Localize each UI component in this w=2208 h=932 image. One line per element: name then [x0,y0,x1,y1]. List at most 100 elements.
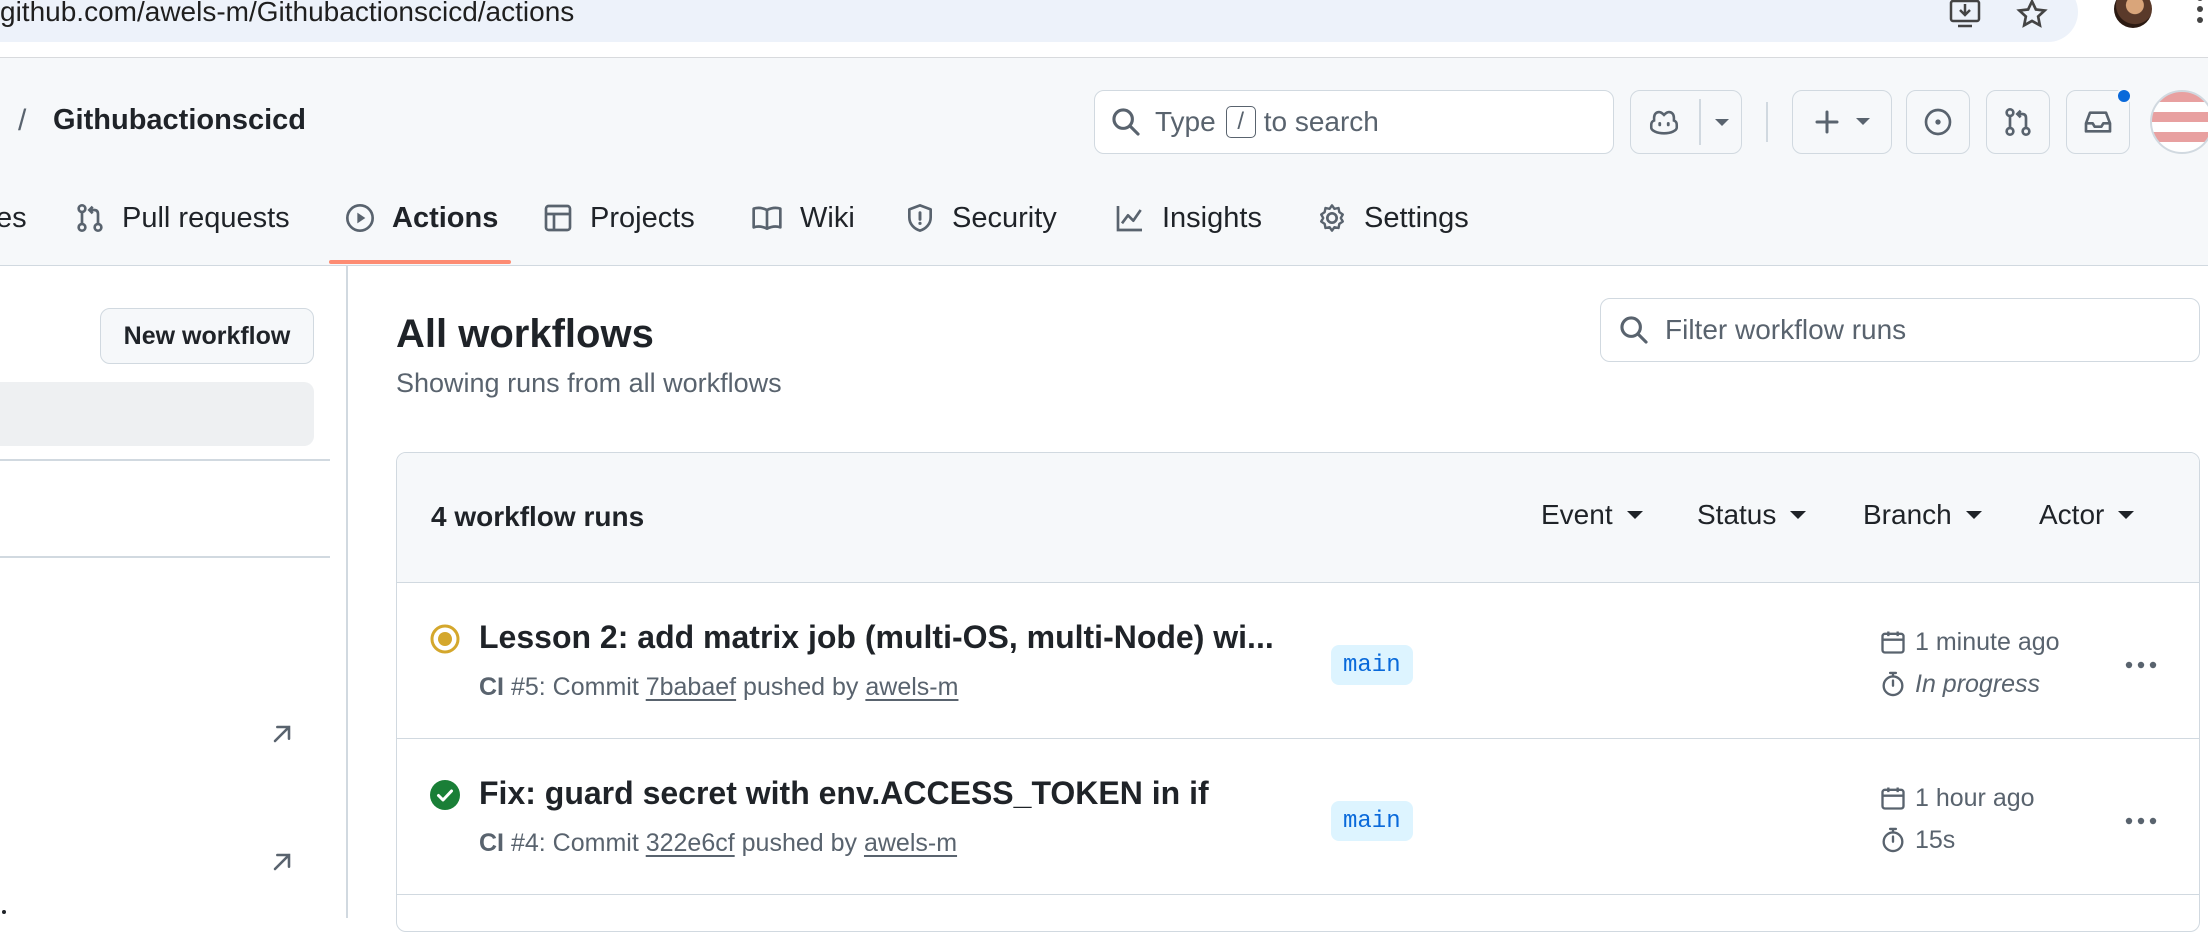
filter-workflow-runs[interactable] [1600,298,2200,362]
run-workflow-name: CI [479,673,504,701]
commit-sha-link[interactable]: 322e6cf [646,829,735,857]
search-icon [1112,108,1140,136]
create-new-button[interactable] [1792,90,1892,154]
tab-insights[interactable]: Insights [1114,193,1262,243]
page-subtitle: Showing runs from all workflows [396,368,782,398]
sidebar-separator [0,459,330,461]
browser-profile-avatar[interactable] [2114,0,2152,28]
external-link-arrow-icon[interactable] [268,720,296,748]
actor-filter-dropdown[interactable]: Actor [2039,499,2135,531]
run-options-kebab-icon[interactable] [2121,645,2161,685]
run-duration: In progress [1879,669,2040,699]
caret-down-icon [1965,511,1982,519]
issue-opened-icon [1924,108,1952,136]
copilot-button[interactable] [1630,90,1742,154]
notification-dot [2116,88,2132,104]
sidebar-text-fragment [2,910,6,914]
pull-requests-button[interactable] [1986,90,2050,154]
header-divider [1766,102,1768,142]
stopwatch-icon [1882,827,1904,853]
tab-settings-label: Settings [1364,201,1469,234]
run-duration-text: In progress [1915,669,2041,698]
tab-actions[interactable]: Actions [344,193,498,243]
workflow-run-row[interactable]: Lesson 2: add matrix job (multi-OS, mult… [397,583,2199,739]
status-filter-label: Status [1697,499,1777,530]
run-commit-prefix: : Commit [538,673,639,701]
git-pull-request-icon [77,204,103,232]
runs-count: 4 workflow runs [431,501,645,532]
in-progress-status-icon [430,624,460,654]
shield-icon [908,204,932,232]
chevron-down-icon [1856,118,1870,125]
tab-settings[interactable]: Settings [1316,193,1469,243]
search-suffix: to search [1263,106,1379,137]
actor-filter-label: Actor [2039,499,2105,530]
new-workflow-button[interactable]: New workflow [100,308,314,364]
branch-badge[interactable]: main [1331,801,1413,841]
branch-filter-dropdown[interactable]: Branch [1863,499,1982,531]
tab-security[interactable]: Security [904,193,1057,243]
repo-name-link[interactable]: Githubactionscicd [53,104,306,137]
run-title-link[interactable]: Lesson 2: add matrix job (multi-OS, mult… [479,619,1274,656]
tab-pull-requests-label: Pull requests [122,201,290,234]
gear-icon [1320,204,1344,232]
run-duration-text: 15s [1915,825,1956,854]
git-pull-request-icon [2005,108,2031,136]
copilot-icon [1649,110,1679,135]
graph-icon [1116,206,1142,232]
tab-wiki-label: Wiki [800,201,855,234]
run-title-link[interactable]: Fix: guard secret with env.ACCESS_TOKEN … [479,775,1209,812]
run-timestamp: 1 minute ago [1879,627,2060,657]
commit-sha-link[interactable]: 7babaef [646,673,736,701]
page-title: All workflows [396,312,654,356]
bookmark-star-icon[interactable] [2012,0,2052,32]
tab-issues[interactable]: es [0,193,27,243]
address-bar[interactable]: github.com/awels-m/Githubactionscicd/act… [0,0,2078,42]
issues-button[interactable] [1906,90,1970,154]
browser-menu-icon[interactable] [2192,0,2208,24]
workflow-run-row[interactable]: Fix: guard secret with env.ACCESS_TOKEN … [397,739,2199,895]
tab-wiki[interactable]: Wiki [750,193,855,243]
run-pushed-by: pushed by [741,829,858,857]
filter-input[interactable] [1665,314,2185,346]
table-icon [544,204,572,232]
sidebar-item-all-workflows[interactable] [0,382,314,446]
sidebar-divider [346,266,348,918]
book-icon [752,206,782,230]
run-options-kebab-icon[interactable] [2121,801,2161,841]
tab-insights-label: Insights [1162,201,1262,234]
user-avatar[interactable] [2150,90,2208,154]
success-check-icon [430,780,460,810]
tab-issues-label: es [0,201,27,234]
actor-link[interactable]: awels-m [864,829,957,857]
install-app-icon[interactable] [1946,0,1986,32]
branch-filter-label: Branch [1863,499,1952,530]
chevron-down-icon[interactable] [1713,117,1731,129]
run-workflow-name: CI [479,829,504,857]
tab-projects[interactable]: Projects [542,193,695,243]
workflow-runs-list: 4 workflow runs Event Status Branch Acto… [396,452,2200,932]
actor-link[interactable]: awels-m [865,673,958,701]
caret-down-icon [1790,511,1807,519]
caret-down-icon [2118,511,2135,519]
status-filter-dropdown[interactable]: Status [1697,499,1807,531]
address-url[interactable]: github.com/awels-m/Githubactionscicd/act… [0,0,574,26]
global-search-input[interactable]: Type / to search [1094,90,1614,154]
tab-actions-label: Actions [392,201,499,234]
external-link-arrow-icon[interactable] [268,848,296,876]
search-placeholder: Type / to search [1155,106,1379,138]
run-time-text: 1 hour ago [1915,783,2035,812]
caret-down-icon [1626,511,1643,519]
stopwatch-icon [1882,671,1904,697]
event-filter-dropdown[interactable]: Event [1541,499,1643,531]
run-number: #5 [510,673,539,701]
tab-pull-requests[interactable]: Pull requests [74,193,290,243]
plus-icon [1815,110,1839,134]
event-filter-label: Event [1541,499,1613,530]
branch-badge[interactable]: main [1331,645,1413,685]
run-commit-prefix: : Commit [538,829,639,857]
run-duration: 15s [1879,825,1955,855]
inbox-icon [2084,111,2112,133]
runs-list-header: 4 workflow runs Event Status Branch Acto… [397,453,2199,583]
search-shortcut-key: / [1225,106,1256,138]
